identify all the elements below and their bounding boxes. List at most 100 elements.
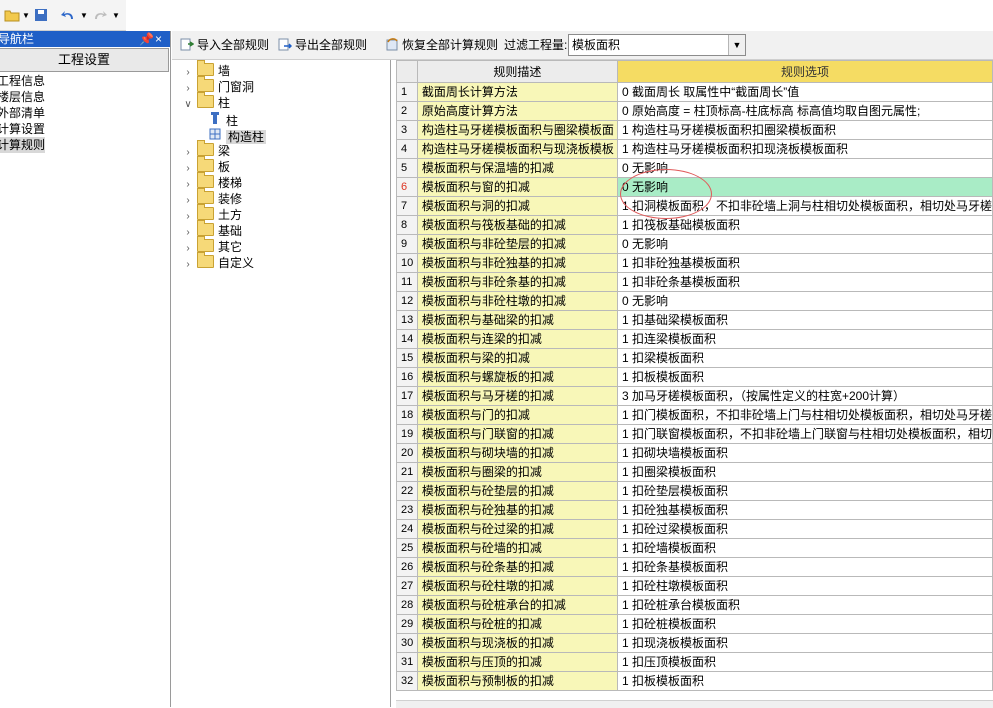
chevron-down-icon[interactable]: ▼: [112, 8, 120, 24]
table-row[interactable]: 26 模板面积与砼条基的扣减 1 扣砼条基模板面积: [396, 557, 993, 577]
table-row[interactable]: 14 模板面积与连梁的扣减 1 扣连梁模板面积: [396, 329, 993, 349]
rule-option[interactable]: 3 加马牙槎模板面积，（按属性定义的柱宽+200计算）: [616, 386, 993, 406]
rule-option[interactable]: 1 扣砼桩承台模板面积: [616, 595, 993, 615]
table-row[interactable]: 5 模板面积与保温墙的扣减 0 无影响: [396, 158, 993, 178]
save-icon[interactable]: [34, 8, 48, 24]
rule-option[interactable]: 1 扣板模板面积: [616, 671, 993, 691]
nav-item[interactable]: 计算规则: [0, 137, 46, 153]
filter-quantity-select[interactable]: 模板面积 ▼: [568, 34, 746, 56]
table-row[interactable]: 17 模板面积与马牙槎的扣减 3 加马牙槎模板面积，（按属性定义的柱宽+200计算）: [396, 386, 993, 406]
rule-option[interactable]: 1 扣筏板基础模板面积: [616, 215, 993, 235]
chevron-right-icon[interactable]: ›: [182, 257, 194, 273]
rule-option[interactable]: 1 扣砌块墙模板面积: [616, 443, 993, 463]
rule-option[interactable]: 1 扣基础梁模板面积: [616, 310, 993, 330]
table-row[interactable]: 7 模板面积与洞的扣减 1 扣洞模板面积，不扣非砼墙上洞与柱相切处模板面积，相切处马…: [396, 196, 993, 216]
rule-option[interactable]: 1 扣砼条基模板面积: [616, 557, 993, 577]
tree-node[interactable]: › 土方: [182, 204, 242, 223]
table-row[interactable]: 31 模板面积与压顶的扣减 1 扣压顶模板面积: [396, 652, 993, 672]
rule-option[interactable]: 0 无影响: [616, 177, 993, 197]
rule-option[interactable]: 1 构造柱马牙槎模板面积扣圈梁模板面积: [616, 120, 993, 140]
tree-node[interactable]: › 梁: [182, 140, 230, 159]
table-row[interactable]: 11 模板面积与非砼条基的扣减 1 扣非砼条基模板面积: [396, 272, 993, 292]
rule-option[interactable]: 0 无影响: [616, 291, 993, 311]
table-row[interactable]: 1 截面周长计算方法 0 截面周长 取属性中“截面周长”值: [396, 82, 993, 102]
rule-option[interactable]: 0 原始高度 = 柱顶标高-柱底标高 标高值均取自图元属性;: [616, 101, 993, 121]
table-row[interactable]: 9 模板面积与非砼垫层的扣减 0 无影响: [396, 234, 993, 254]
restore-all-rules-button[interactable]: 恢复全部计算规则: [385, 36, 498, 54]
nav-item[interactable]: 外部清单: [0, 105, 45, 121]
rule-option[interactable]: 1 构造柱马牙槎模板面积扣现浇板模板面积: [616, 139, 993, 159]
table-row[interactable]: 29 模板面积与砼桩的扣减 1 扣砼桩模板面积: [396, 614, 993, 634]
nav-item[interactable]: 楼层信息: [0, 89, 45, 105]
undo-icon[interactable]: [60, 8, 76, 24]
tab-project-settings[interactable]: 工程设置: [0, 48, 169, 72]
redo-icon[interactable]: [92, 8, 108, 24]
column-header-description[interactable]: 规则描述: [416, 60, 618, 83]
nav-item[interactable]: 计算设置: [0, 121, 45, 137]
table-row[interactable]: 2 原始高度计算方法 0 原始高度 = 柱顶标高-柱底标高 标高值均取自图元属性;: [396, 101, 993, 121]
table-row[interactable]: 8 模板面积与筏板基础的扣减 1 扣筏板基础模板面积: [396, 215, 993, 235]
rule-option[interactable]: 1 扣砼桩模板面积: [616, 614, 993, 634]
tree-node[interactable]: › 墙: [182, 60, 230, 79]
rule-option[interactable]: 1 扣砼墙模板面积: [616, 538, 993, 558]
table-row[interactable]: 32 模板面积与预制板的扣减 1 扣板模板面积: [396, 671, 993, 691]
rule-option[interactable]: 1 扣非砼独基模板面积: [616, 253, 993, 273]
tree-node[interactable]: 构造柱: [208, 127, 267, 144]
rule-option[interactable]: 1 扣门联窗模板面积，不扣非砼墙上门联窗与柱相切处模板面积，相切: [616, 424, 993, 444]
rule-option[interactable]: 1 扣板模板面积: [616, 367, 993, 387]
chevron-down-icon[interactable]: ▼: [728, 35, 745, 55]
table-row[interactable]: 21 模板面积与圈梁的扣减 1 扣圈梁模板面积: [396, 462, 993, 482]
table-row[interactable]: 28 模板面积与砼桩承台的扣减 1 扣砼桩承台模板面积: [396, 595, 993, 615]
rule-option[interactable]: 1 扣洞模板面积，不扣非砼墙上洞与柱相切处模板面积，相切处马牙槎: [616, 196, 993, 216]
rule-option[interactable]: 1 扣非砼条基模板面积: [616, 272, 993, 292]
table-row[interactable]: 18 模板面积与门的扣减 1 扣门模板面积，不扣非砼墙上门与柱相切处模板面积，相切处…: [396, 405, 993, 425]
tree-node[interactable]: › 门窗洞: [182, 76, 254, 95]
rule-option[interactable]: 0 无影响: [616, 158, 993, 178]
table-row[interactable]: 20 模板面积与砌块墙的扣减 1 扣砌块墙模板面积: [396, 443, 993, 463]
rule-option[interactable]: 1 扣连梁模板面积: [616, 329, 993, 349]
table-row[interactable]: 30 模板面积与现浇板的扣减 1 扣现浇板模板面积: [396, 633, 993, 653]
tree-node[interactable]: › 楼梯: [182, 172, 242, 191]
import-all-rules-button[interactable]: 导入全部规则: [180, 36, 269, 54]
table-row[interactable]: 22 模板面积与砼垫层的扣减 1 扣砼垫层模板面积: [396, 481, 993, 501]
tree-node[interactable]: › 装修: [182, 188, 242, 207]
table-row[interactable]: 27 模板面积与砼柱墩的扣减 1 扣砼柱墩模板面积: [396, 576, 993, 596]
chevron-down-icon[interactable]: ∨: [182, 97, 194, 113]
table-row[interactable]: 15 模板面积与梁的扣减 1 扣梁模板面积: [396, 348, 993, 368]
tree-node[interactable]: › 板: [182, 156, 230, 175]
table-row[interactable]: 3 构造柱马牙槎模板面积与圈梁模板面 1 构造柱马牙槎模板面积扣圈梁模板面积: [396, 120, 993, 140]
chevron-down-icon[interactable]: ▼: [22, 8, 30, 24]
table-row[interactable]: 25 模板面积与砼墙的扣减 1 扣砼墙模板面积: [396, 538, 993, 558]
rule-option[interactable]: 1 扣砼过梁模板面积: [616, 519, 993, 539]
table-row[interactable]: 13 模板面积与基础梁的扣减 1 扣基础梁模板面积: [396, 310, 993, 330]
table-row[interactable]: 4 构造柱马牙槎模板面积与现浇板模板 1 构造柱马牙槎模板面积扣现浇板模板面积: [396, 139, 993, 159]
tree-node[interactable]: ∨ 柱: [182, 92, 230, 113]
rule-option[interactable]: 1 扣砼独基模板面积: [616, 500, 993, 520]
nav-item[interactable]: 工程信息: [0, 73, 45, 89]
table-row[interactable]: 16 模板面积与螺旋板的扣减 1 扣板模板面积: [396, 367, 993, 387]
tree-node[interactable]: › 其它: [182, 236, 242, 255]
rule-option[interactable]: 1 扣砼柱墩模板面积: [616, 576, 993, 596]
tree-node[interactable]: › 自定义: [182, 252, 254, 273]
table-row[interactable]: 6 模板面积与窗的扣减 0 无影响: [396, 177, 993, 197]
tree-node[interactable]: 柱: [208, 111, 238, 128]
table-row[interactable]: 10 模板面积与非砼独基的扣减 1 扣非砼独基模板面积: [396, 253, 993, 273]
table-row[interactable]: 12 模板面积与非砼柱墩的扣减 0 无影响: [396, 291, 993, 311]
rule-option[interactable]: 0 无影响: [616, 234, 993, 254]
rule-option[interactable]: 1 扣压顶模板面积: [616, 652, 993, 672]
rule-option[interactable]: 1 扣梁模板面积: [616, 348, 993, 368]
rule-option[interactable]: 1 扣圈梁模板面积: [616, 462, 993, 482]
table-row[interactable]: 23 模板面积与砼独基的扣减 1 扣砼独基模板面积: [396, 500, 993, 520]
close-icon[interactable]: ×: [155, 31, 162, 47]
tree-node[interactable]: › 基础: [182, 220, 242, 239]
export-all-rules-button[interactable]: 导出全部规则: [278, 36, 367, 54]
rule-option[interactable]: 1 扣砼垫层模板面积: [616, 481, 993, 501]
rule-option[interactable]: 1 扣现浇板模板面积: [616, 633, 993, 653]
table-row[interactable]: 19 模板面积与门联窗的扣减 1 扣门联窗模板面积，不扣非砼墙上门联窗与柱相切处模板…: [396, 424, 993, 444]
folder-open-icon[interactable]: [4, 8, 20, 24]
rule-option[interactable]: 1 扣门模板面积，不扣非砼墙上门与柱相切处模板面积，相切处马牙槎: [616, 405, 993, 425]
table-row[interactable]: 24 模板面积与砼过梁的扣减 1 扣砼过梁模板面积: [396, 519, 993, 539]
pin-icon[interactable]: 📌: [139, 31, 154, 47]
chevron-down-icon[interactable]: ▼: [80, 8, 88, 24]
rule-option[interactable]: 0 截面周长 取属性中“截面周长”值: [616, 82, 993, 102]
